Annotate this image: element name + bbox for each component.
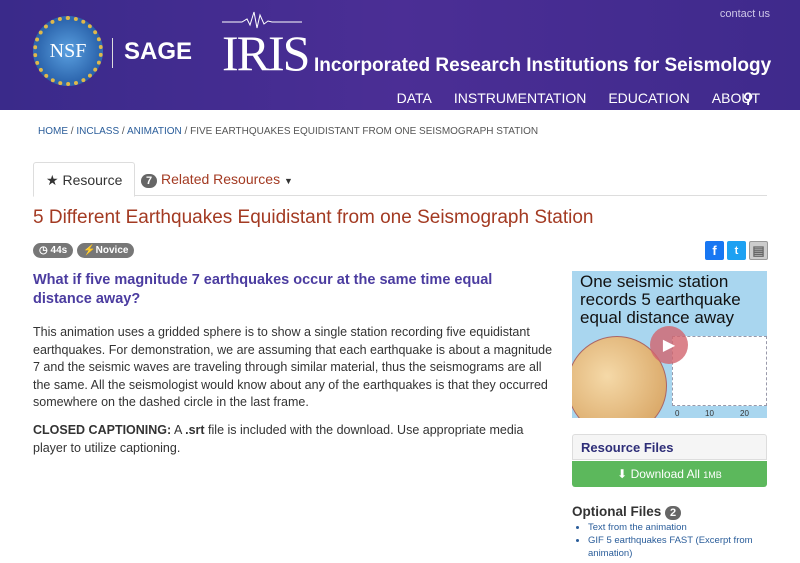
- optional-files-list: Text from the animation GIF 5 earthquake…: [588, 521, 763, 560]
- breadcrumb-inclass[interactable]: INCLASS: [76, 126, 119, 137]
- download-icon: ⬇: [617, 467, 628, 481]
- download-size: 1MB: [703, 470, 722, 480]
- caret-down-icon: ▼: [283, 176, 293, 186]
- tick-0: 0: [675, 409, 680, 418]
- star-icon: ★: [46, 172, 59, 188]
- breadcrumb-current: FIVE EARTHQUAKES EQUIDISTANT FROM ONE SE…: [190, 126, 539, 137]
- org-name: Incorporated Research Institutions for S…: [314, 55, 772, 76]
- captioning-label: CLOSED CAPTIONING:: [33, 423, 172, 437]
- print-icon[interactable]: ▤: [749, 241, 768, 260]
- breadcrumb-animation[interactable]: ANIMATION: [127, 126, 182, 137]
- duration-badge: ◷ 44s: [33, 243, 74, 258]
- video-thumbnail[interactable]: One seismic station records 5 earthquake…: [572, 271, 767, 418]
- tick-20: 20: [740, 409, 749, 418]
- play-icon[interactable]: ▶: [650, 326, 688, 364]
- sage-logo[interactable]: SAGE: [124, 38, 192, 66]
- logo-divider: [112, 38, 113, 68]
- breadcrumb-home[interactable]: HOME: [38, 126, 68, 137]
- tab-resource[interactable]: ★ Resource: [33, 162, 136, 197]
- page-title: 5 Different Earthquakes Equidistant from…: [33, 207, 594, 228]
- captioning-pre: A: [171, 423, 186, 437]
- nsf-logo-text: NSF: [49, 39, 87, 62]
- question-heading: What if five magnitude 7 earthquakes occ…: [33, 272, 493, 307]
- facebook-icon[interactable]: f: [705, 241, 724, 260]
- nav-education[interactable]: EDUCATION: [608, 90, 689, 106]
- nav-instrumentation[interactable]: INSTRUMENTATION: [454, 90, 586, 106]
- srt-text: .srt: [185, 423, 205, 437]
- share-buttons: f t ▤: [705, 241, 768, 260]
- nav-data[interactable]: DATA: [397, 90, 432, 106]
- optional-count-badge: 2: [665, 506, 682, 520]
- level-badge: ⚡Novice: [77, 243, 135, 258]
- optional-files-heading: Optional Files 2: [572, 504, 682, 520]
- tabs: ★ Resource 7 Related Resources ▼: [33, 162, 767, 197]
- captioning-note: CLOSED CAPTIONING: A .srt file is includ…: [33, 422, 553, 457]
- main-nav: DATA INSTRUMENTATION EDUCATION ABOUT: [397, 90, 760, 106]
- duration-text: 44s: [50, 245, 68, 256]
- twitter-icon[interactable]: t: [727, 241, 746, 260]
- download-label: Download All: [630, 467, 700, 481]
- level-text: Novice: [95, 245, 129, 256]
- resource-files-heading: Resource Files: [572, 434, 767, 460]
- nsf-logo[interactable]: NSF: [33, 16, 103, 86]
- optional-file-link[interactable]: Text from the animation: [588, 521, 763, 534]
- related-count-badge: 7: [141, 174, 158, 188]
- tab-related-label: Related Resources: [161, 171, 281, 187]
- contact-us-link[interactable]: contact us: [720, 8, 770, 20]
- thumbnail-caption: One seismic station records 5 earthquake…: [580, 272, 741, 327]
- resource-badges: ◷ 44s ⚡Novice: [33, 243, 135, 258]
- tab-resource-label: Resource: [62, 172, 123, 188]
- tab-related-resources[interactable]: 7 Related Resources ▼: [129, 162, 305, 197]
- download-all-button[interactable]: ⬇ Download All 1MB: [572, 461, 767, 487]
- description: This animation uses a gridded sphere is …: [33, 325, 553, 409]
- optional-file-link[interactable]: GIF 5 earthquakes FAST (Excerpt from ani…: [588, 534, 763, 560]
- tick-10: 10: [705, 409, 714, 418]
- search-icon[interactable]: ⚲: [743, 90, 753, 107]
- site-header: contact us NSF SAGE IRIS Incorporated Re…: [0, 0, 800, 110]
- breadcrumb: HOME / INCLASS / ANIMATION / FIVE EARTHQ…: [38, 126, 539, 137]
- optional-files-title: Optional Files: [572, 504, 662, 519]
- iris-logo[interactable]: IRIS: [222, 24, 310, 82]
